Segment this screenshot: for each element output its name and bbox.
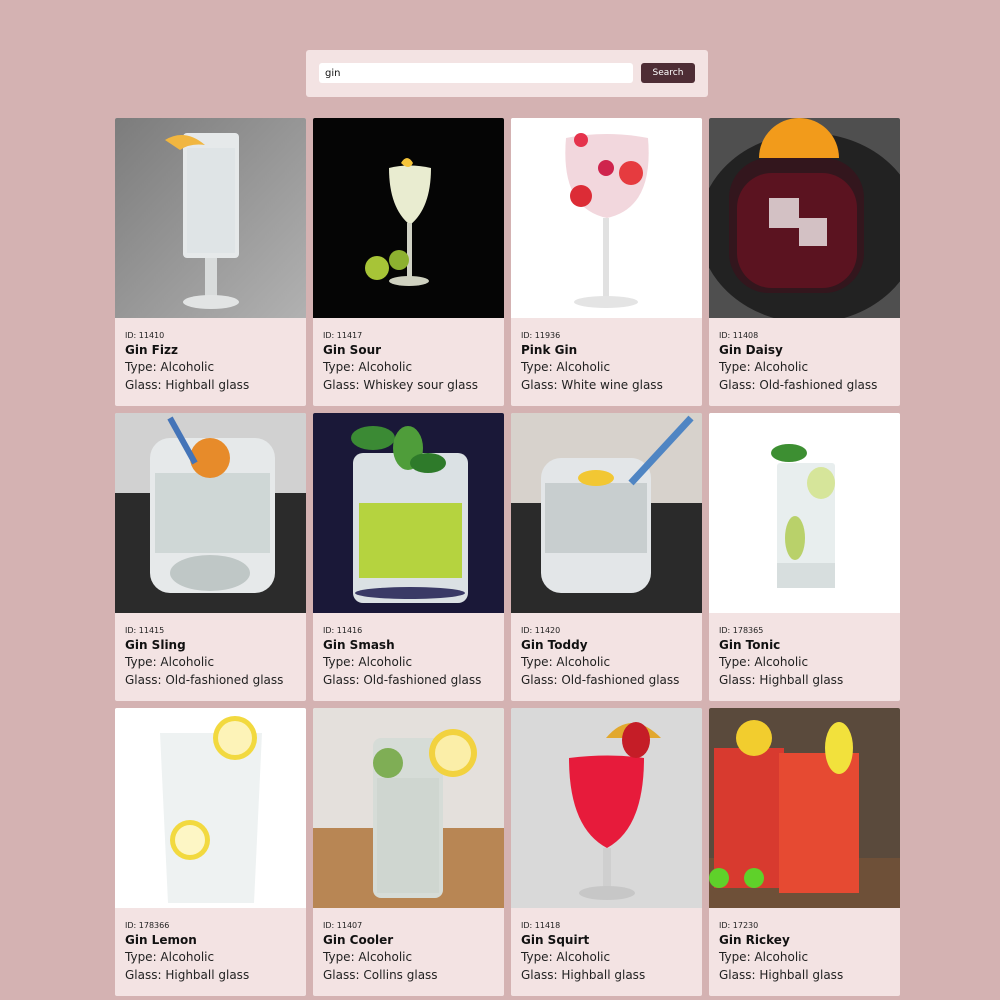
drink-glass: Glass: Old-fashioned glass bbox=[125, 673, 284, 687]
drink-grid: ID: 11410 Gin Fizz Type: Alcoholic Glass… bbox=[115, 118, 900, 996]
drink-info: ID: 11416 Gin Smash Type: Alcoholic Glas… bbox=[313, 613, 504, 689]
drink-name: Gin Lemon bbox=[125, 933, 197, 947]
drink-info: ID: 11420 Gin Toddy Type: Alcoholic Glas… bbox=[511, 613, 702, 689]
drink-photo[interactable] bbox=[709, 118, 900, 318]
drink-name: Gin Sour bbox=[323, 343, 382, 357]
drink-type: Type: Alcoholic bbox=[125, 360, 215, 374]
drink-name: Gin Smash bbox=[323, 638, 395, 652]
drink-photo[interactable] bbox=[115, 413, 306, 613]
drink-type: Type: Alcoholic bbox=[521, 950, 611, 964]
drink-glass: Glass: White wine glass bbox=[521, 378, 663, 392]
drink-info: ID: 11410 Gin Fizz Type: Alcoholic Glass… bbox=[115, 318, 306, 394]
drink-type: Type: Alcoholic bbox=[323, 655, 413, 669]
drink-glass: Glass: Highball glass bbox=[719, 968, 844, 982]
drink-type: Type: Alcoholic bbox=[323, 950, 413, 964]
drink-glass: Glass: Collins glass bbox=[323, 968, 438, 982]
drink-info: ID: 178365 Gin Tonic Type: Alcoholic Gla… bbox=[709, 613, 900, 689]
drink-id: ID: 11418 bbox=[521, 921, 561, 930]
drink-info: ID: 11936 Pink Gin Type: Alcoholic Glass… bbox=[511, 318, 702, 394]
drink-glass: Glass: Old-fashioned glass bbox=[323, 673, 482, 687]
drink-type: Type: Alcoholic bbox=[125, 655, 215, 669]
drink-card[interactable]: ID: 17230 Gin Rickey Type: Alcoholic Gla… bbox=[709, 708, 900, 996]
drink-info: ID: 11417 Gin Sour Type: Alcoholic Glass… bbox=[313, 318, 504, 394]
drink-info: ID: 178366 Gin Lemon Type: Alcoholic Gla… bbox=[115, 908, 306, 984]
drink-type: Type: Alcoholic bbox=[521, 655, 611, 669]
drink-id: ID: 17230 bbox=[719, 921, 759, 930]
drink-id: ID: 178366 bbox=[125, 921, 170, 930]
drink-photo[interactable] bbox=[511, 708, 702, 908]
drink-name: Gin Tonic bbox=[719, 638, 781, 652]
drink-card[interactable]: ID: 11408 Gin Daisy Type: Alcoholic Glas… bbox=[709, 118, 900, 406]
drink-photo[interactable] bbox=[511, 118, 702, 318]
drink-id: ID: 11407 bbox=[323, 921, 363, 930]
drink-name: Gin Fizz bbox=[125, 343, 178, 357]
drink-glass: Glass: Whiskey sour glass bbox=[323, 378, 478, 392]
drink-glass: Glass: Old-fashioned glass bbox=[719, 378, 878, 392]
drink-card[interactable]: ID: 178366 Gin Lemon Type: Alcoholic Gla… bbox=[115, 708, 306, 996]
drink-photo[interactable] bbox=[115, 708, 306, 908]
drink-name: Pink Gin bbox=[521, 343, 578, 357]
drink-name: Gin Rickey bbox=[719, 933, 790, 947]
drink-card[interactable]: ID: 11407 Gin Cooler Type: Alcoholic Gla… bbox=[313, 708, 504, 996]
drink-glass: Glass: Old-fashioned glass bbox=[521, 673, 680, 687]
drink-name: Gin Sling bbox=[125, 638, 186, 652]
drink-card[interactable]: ID: 11418 Gin Squirt Type: Alcoholic Gla… bbox=[511, 708, 702, 996]
drink-photo[interactable] bbox=[511, 413, 702, 613]
search-button[interactable]: Search bbox=[641, 63, 695, 83]
drink-info: ID: 17230 Gin Rickey Type: Alcoholic Gla… bbox=[709, 908, 900, 984]
drink-info: ID: 11407 Gin Cooler Type: Alcoholic Gla… bbox=[313, 908, 504, 984]
drink-type: Type: Alcoholic bbox=[719, 655, 809, 669]
drink-photo[interactable] bbox=[115, 118, 306, 318]
drink-type: Type: Alcoholic bbox=[521, 360, 611, 374]
drink-glass: Glass: Highball glass bbox=[125, 378, 250, 392]
drink-type: Type: Alcoholic bbox=[125, 950, 215, 964]
drink-card[interactable]: ID: 11420 Gin Toddy Type: Alcoholic Glas… bbox=[511, 413, 702, 701]
drink-glass: Glass: Highball glass bbox=[521, 968, 646, 982]
drink-card[interactable]: ID: 11417 Gin Sour Type: Alcoholic Glass… bbox=[313, 118, 504, 406]
drink-id: ID: 11415 bbox=[125, 626, 165, 635]
drink-card[interactable]: ID: 178365 Gin Tonic Type: Alcoholic Gla… bbox=[709, 413, 900, 701]
drink-id: ID: 11408 bbox=[719, 331, 759, 340]
drink-card[interactable]: ID: 11415 Gin Sling Type: Alcoholic Glas… bbox=[115, 413, 306, 701]
drink-photo[interactable] bbox=[313, 413, 504, 613]
drink-type: Type: Alcoholic bbox=[719, 950, 809, 964]
drink-type: Type: Alcoholic bbox=[323, 360, 413, 374]
drink-id: ID: 11936 bbox=[521, 331, 561, 340]
search-input[interactable] bbox=[319, 63, 633, 83]
drink-card[interactable]: ID: 11410 Gin Fizz Type: Alcoholic Glass… bbox=[115, 118, 306, 406]
drink-id: ID: 11420 bbox=[521, 626, 561, 635]
drink-id: ID: 178365 bbox=[719, 626, 764, 635]
drink-type: Type: Alcoholic bbox=[719, 360, 809, 374]
drink-info: ID: 11418 Gin Squirt Type: Alcoholic Gla… bbox=[511, 908, 702, 984]
drink-glass: Glass: Highball glass bbox=[125, 968, 250, 982]
drink-photo[interactable] bbox=[313, 708, 504, 908]
drink-name: Gin Toddy bbox=[521, 638, 588, 652]
drink-card[interactable]: ID: 11936 Pink Gin Type: Alcoholic Glass… bbox=[511, 118, 702, 406]
drink-id: ID: 11417 bbox=[323, 331, 363, 340]
drink-name: Gin Daisy bbox=[719, 343, 783, 357]
drink-photo[interactable] bbox=[709, 708, 900, 908]
drink-glass: Glass: Highball glass bbox=[719, 673, 844, 687]
drink-card[interactable]: ID: 11416 Gin Smash Type: Alcoholic Glas… bbox=[313, 413, 504, 701]
drink-info: ID: 11408 Gin Daisy Type: Alcoholic Glas… bbox=[709, 318, 900, 394]
drink-id: ID: 11416 bbox=[323, 626, 363, 635]
drink-name: Gin Cooler bbox=[323, 933, 394, 947]
search-panel: Search bbox=[306, 50, 708, 97]
drink-photo[interactable] bbox=[709, 413, 900, 613]
drink-photo[interactable] bbox=[313, 118, 504, 318]
drink-name: Gin Squirt bbox=[521, 933, 590, 947]
drink-info: ID: 11415 Gin Sling Type: Alcoholic Glas… bbox=[115, 613, 306, 689]
drink-id: ID: 11410 bbox=[125, 331, 165, 340]
